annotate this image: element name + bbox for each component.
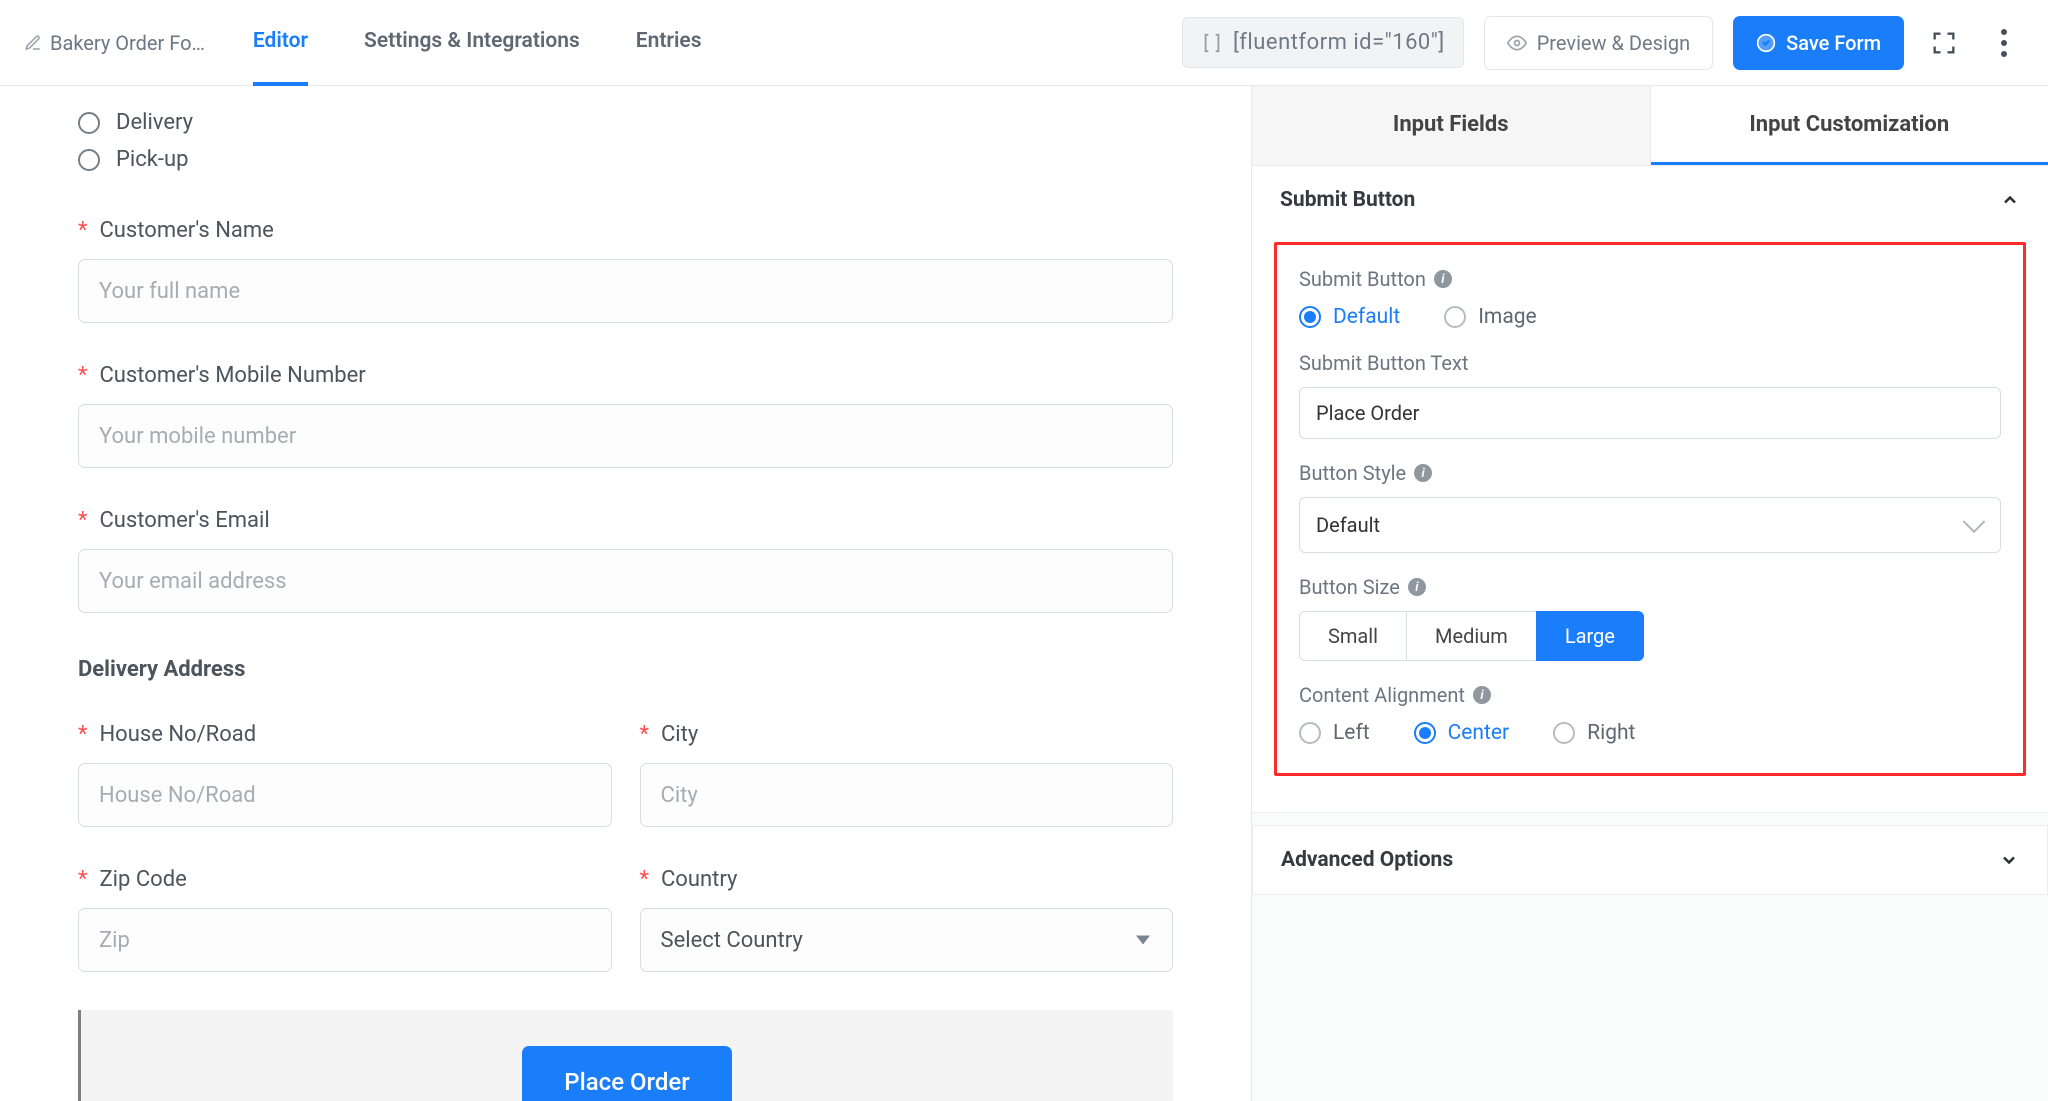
label-customer-mobile: Customer's Mobile Number <box>99 363 365 388</box>
shortcode-box[interactable]: [fluentform id="160"] <box>1182 17 1464 68</box>
option-label: Pick-up <box>116 147 188 172</box>
form-canvas[interactable]: Delivery Pick-up * Customer's Name * Custo… <box>0 86 1252 1101</box>
info-icon[interactable]: i <box>1414 464 1432 482</box>
option-pickup[interactable]: Pick-up <box>78 141 1173 178</box>
input-customer-email[interactable] <box>78 549 1173 613</box>
pencil-icon <box>24 34 42 52</box>
save-form-button[interactable]: Save Form <box>1733 16 1904 70</box>
panel-tab-input-fields[interactable]: Input Fields <box>1252 86 1651 165</box>
option-delivery[interactable]: Delivery <box>78 104 1173 141</box>
submit-button-container[interactable]: Place Order <box>78 1010 1173 1101</box>
form-title-text: Bakery Order Fo… <box>50 31 205 55</box>
required-star: * <box>78 363 87 388</box>
info-icon[interactable]: i <box>1434 270 1452 288</box>
kebab-icon <box>2001 29 2007 57</box>
button-type-default[interactable]: Default <box>1299 305 1400 329</box>
label-customer-email: Customer's Email <box>99 508 269 533</box>
size-large[interactable]: Large <box>1536 611 1644 661</box>
input-house[interactable] <box>78 763 612 827</box>
prop-label-alignment: Content Alignment <box>1299 683 1465 707</box>
submit-button[interactable]: Place Order <box>522 1046 731 1101</box>
chevron-down-icon <box>1999 850 2019 870</box>
input-customer-name[interactable] <box>78 259 1173 323</box>
required-star: * <box>78 508 87 533</box>
required-star: * <box>640 722 649 747</box>
label-customer-name: Customer's Name <box>99 218 273 243</box>
select-country[interactable]: Select Country <box>640 908 1174 972</box>
option-label: Delivery <box>116 110 193 135</box>
align-center[interactable]: Center <box>1414 721 1510 745</box>
size-medium[interactable]: Medium <box>1406 611 1537 661</box>
label-zip: Zip Code <box>99 867 186 892</box>
check-circle-icon <box>1756 33 1776 53</box>
input-button-text[interactable] <box>1299 387 2001 439</box>
label-country: Country <box>661 867 737 892</box>
prop-label-button-type: Submit Button <box>1299 267 1426 291</box>
fullscreen-icon <box>1930 29 1958 57</box>
section-delivery-address: Delivery Address <box>78 657 1173 682</box>
input-city[interactable] <box>640 763 1174 827</box>
size-small[interactable]: Small <box>1299 611 1407 661</box>
prop-label-button-size: Button Size <box>1299 575 1400 599</box>
tab-editor[interactable]: Editor <box>253 0 308 86</box>
form-title[interactable]: Bakery Order Fo… <box>24 31 205 55</box>
more-menu-button[interactable] <box>1984 23 2024 63</box>
preview-design-button[interactable]: Preview & Design <box>1484 16 1713 70</box>
brackets-icon <box>1201 32 1223 54</box>
button-type-image[interactable]: Image <box>1444 305 1536 329</box>
prop-label-button-text: Submit Button Text <box>1299 351 1468 375</box>
tab-entries[interactable]: Entries <box>636 0 702 86</box>
input-zip[interactable] <box>78 908 612 972</box>
fullscreen-button[interactable] <box>1924 23 1964 63</box>
label-house: House No/Road <box>99 722 256 747</box>
info-icon[interactable]: i <box>1473 686 1491 704</box>
required-star: * <box>640 867 649 892</box>
highlighted-settings-box: Submit Button i Default Image Submit Butt… <box>1274 242 2026 776</box>
align-left[interactable]: Left <box>1299 721 1370 745</box>
align-right[interactable]: Right <box>1553 721 1635 745</box>
radio-icon <box>78 112 100 134</box>
chevron-up-icon <box>2000 190 2020 210</box>
info-icon[interactable]: i <box>1408 578 1426 596</box>
panel-tab-input-customization[interactable]: Input Customization <box>1651 86 2048 165</box>
required-star: * <box>78 218 87 243</box>
tab-settings[interactable]: Settings & Integrations <box>364 0 580 86</box>
section-advanced-options-header[interactable]: Advanced Options <box>1253 826 2047 894</box>
required-star: * <box>78 867 87 892</box>
radio-icon <box>78 149 100 171</box>
section-submit-button-header[interactable]: Submit Button <box>1252 166 2048 234</box>
label-city: City <box>661 722 698 747</box>
eye-icon <box>1507 33 1527 53</box>
shortcode-text: [fluentform id="160"] <box>1233 30 1445 55</box>
select-button-style[interactable]: Default <box>1299 497 2001 553</box>
required-star: * <box>78 722 87 747</box>
input-customer-mobile[interactable] <box>78 404 1173 468</box>
prop-label-button-style: Button Style <box>1299 461 1406 485</box>
